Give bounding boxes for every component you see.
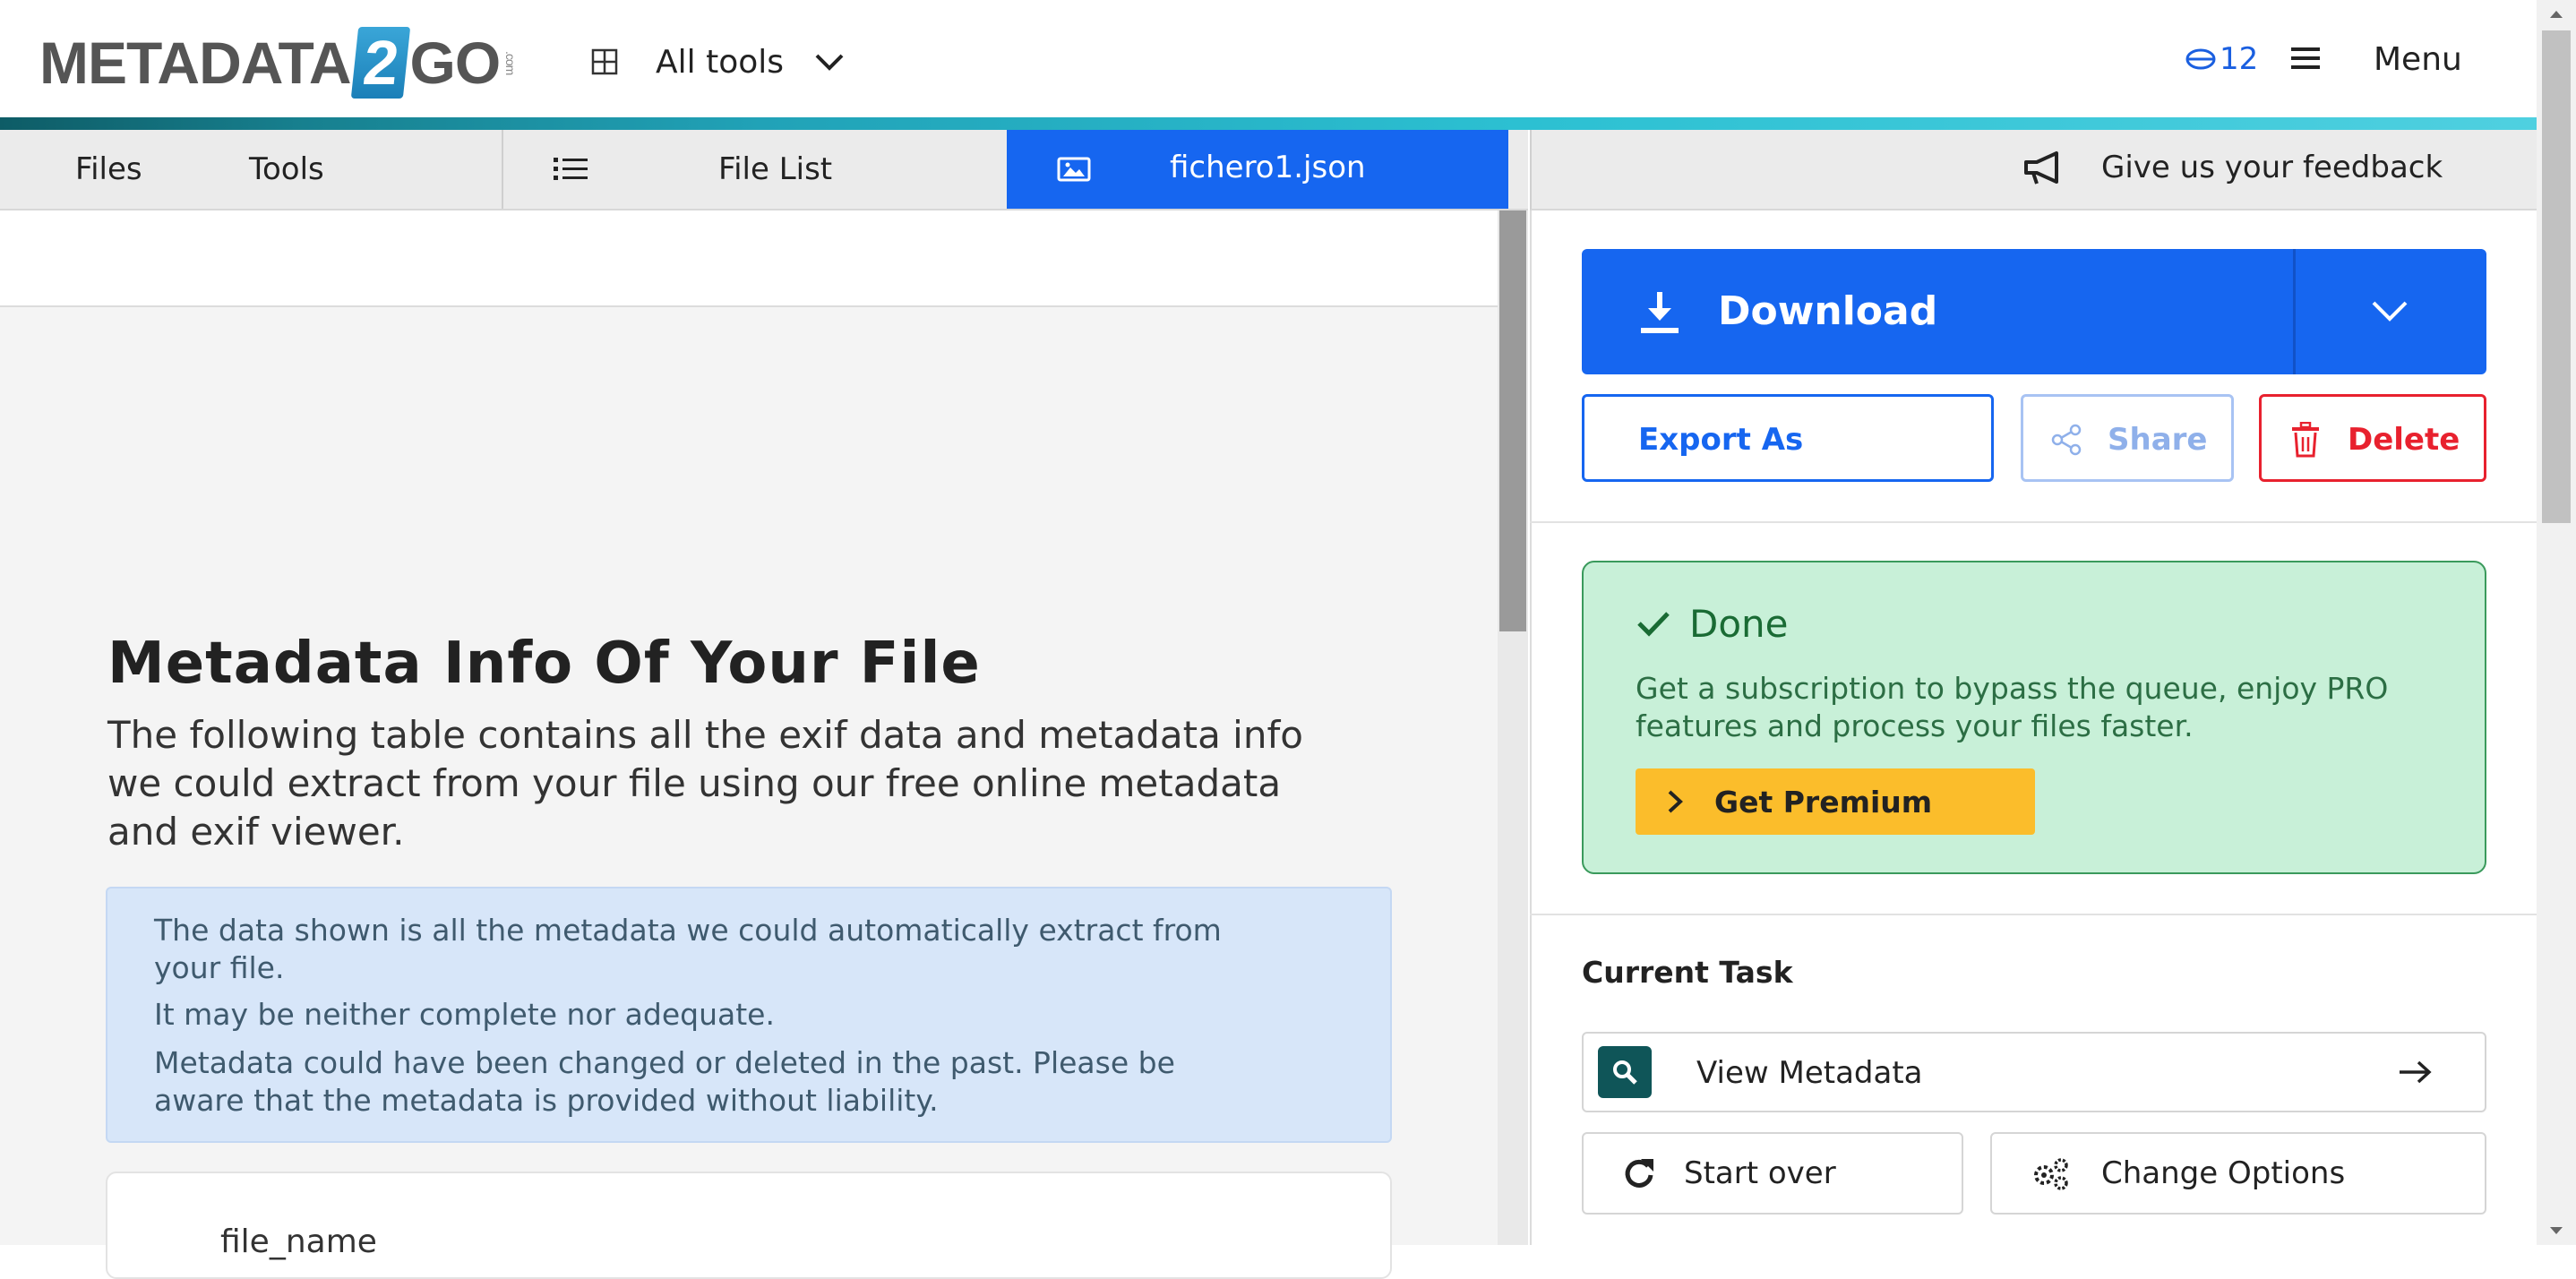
- grid-icon: [591, 48, 618, 75]
- disclaimer-box: The data shown is all the metadata we co…: [106, 887, 1392, 1143]
- task-icon-box: [1598, 1046, 1652, 1098]
- tab-tools[interactable]: Tools: [249, 151, 324, 187]
- credits-counter[interactable]: 12: [2185, 41, 2258, 77]
- active-file-name: fichero1.json: [1170, 150, 1366, 185]
- get-premium-button[interactable]: Get Premium: [1636, 768, 2035, 835]
- delete-label: Delete: [2348, 422, 2460, 458]
- disclaimer-line: Metadata could have been changed or dele…: [154, 1045, 1175, 1080]
- hamburger-icon[interactable]: [2289, 45, 2322, 72]
- start-over-button[interactable]: Start over: [1582, 1132, 1963, 1215]
- panel-divider: [1530, 914, 2537, 915]
- status-done-box: Done Get a subscription to bypass the qu…: [1582, 561, 2486, 874]
- disclaimer-line: The data shown is all the metadata we co…: [154, 913, 1222, 948]
- share-label: Share: [2108, 422, 2208, 458]
- logo-text-left: METADATA: [39, 30, 352, 96]
- tab-active-file[interactable]: fichero1.json: [1007, 130, 1508, 209]
- status-message: Get a subscription to bypass the queue, …: [1636, 671, 2389, 743]
- chevron-right-icon: [1668, 790, 1683, 813]
- change-options-button[interactable]: Change Options: [1990, 1132, 2486, 1215]
- megaphone-icon: [2024, 151, 2058, 185]
- logo-number: 2: [350, 27, 410, 99]
- gears-icon: [2034, 1158, 2068, 1190]
- metadata-key: file_name: [220, 1223, 377, 1260]
- download-button[interactable]: Download: [1582, 249, 2486, 374]
- task-label: View Metadata: [1696, 1055, 1923, 1091]
- coin-icon: [2185, 48, 2216, 70]
- restart-icon: [1625, 1159, 1653, 1188]
- page-scrollbar[interactable]: [2537, 0, 2576, 1245]
- feedback-link: Give us your feedback: [2101, 150, 2443, 185]
- left-top-strip: [0, 210, 1498, 307]
- page-scroll-thumb[interactable]: [2542, 30, 2571, 523]
- trash-icon: [2292, 422, 2319, 458]
- list-icon[interactable]: [552, 155, 589, 184]
- disclaimer-line: aware that the metadata is provided with…: [154, 1083, 939, 1118]
- share-icon: [2051, 424, 2082, 456]
- all-tools-label: All tools: [656, 43, 784, 81]
- chevron-down-icon: [815, 54, 844, 71]
- status-title: Done: [1689, 602, 1789, 646]
- export-as-label: Export As: [1638, 422, 1804, 458]
- scroll-up-icon[interactable]: [2549, 9, 2563, 20]
- change-options-label: Change Options: [2101, 1155, 2346, 1191]
- delete-button[interactable]: Delete: [2259, 394, 2486, 482]
- current-task-item[interactable]: View Metadata: [1582, 1032, 2486, 1112]
- download-label: Download: [1718, 288, 1938, 334]
- site-logo[interactable]: METADATA 2 GO .com: [39, 27, 518, 99]
- arrow-right-icon: [2400, 1060, 2432, 1084]
- download-icon: [1641, 292, 1679, 333]
- current-task-heading: Current Task: [1582, 955, 1793, 990]
- check-icon: [1637, 612, 1670, 637]
- tab-file-list[interactable]: File List: [718, 151, 832, 187]
- tab-files[interactable]: Files: [75, 151, 142, 187]
- header-accent-bar: [0, 117, 2537, 130]
- all-tools-dropdown[interactable]: All tools: [591, 39, 845, 84]
- menu-button[interactable]: Menu: [2374, 41, 2462, 78]
- credits-count: 12: [2220, 41, 2259, 77]
- logo-text-right: GO: [409, 30, 502, 96]
- page-description: The following table contains all the exi…: [107, 713, 1303, 854]
- download-split-divider: [2293, 249, 2296, 374]
- left-scroll-thumb[interactable]: [1499, 210, 1526, 631]
- get-premium-label: Get Premium: [1714, 785, 1933, 820]
- logo-dotcom: .com: [503, 50, 519, 75]
- scroll-down-icon[interactable]: [2549, 1225, 2563, 1236]
- search-icon: [1613, 1060, 1637, 1085]
- tab-divider: [502, 130, 503, 209]
- panel-divider: [1530, 521, 2537, 523]
- start-over-label: Start over: [1684, 1155, 1836, 1191]
- export-as-button[interactable]: Export As: [1582, 394, 1994, 482]
- share-button[interactable]: Share: [2021, 394, 2234, 482]
- image-icon: [1057, 157, 1091, 182]
- chevron-down-icon[interactable]: [2370, 299, 2409, 324]
- metadata-table-card: file_name: [106, 1172, 1392, 1279]
- disclaimer-line: your file.: [154, 950, 285, 985]
- tab-bar: Files Tools File List fichero1.json: [0, 130, 1528, 210]
- page-title: Metadata Info Of Your File: [107, 631, 981, 697]
- feedback-bar[interactable]: Give us your feedback: [1530, 130, 2538, 210]
- top-header: METADATA 2 GO .com All tools 12 Menu: [0, 0, 2537, 122]
- disclaimer-line: It may be neither complete nor adequate.: [154, 997, 775, 1032]
